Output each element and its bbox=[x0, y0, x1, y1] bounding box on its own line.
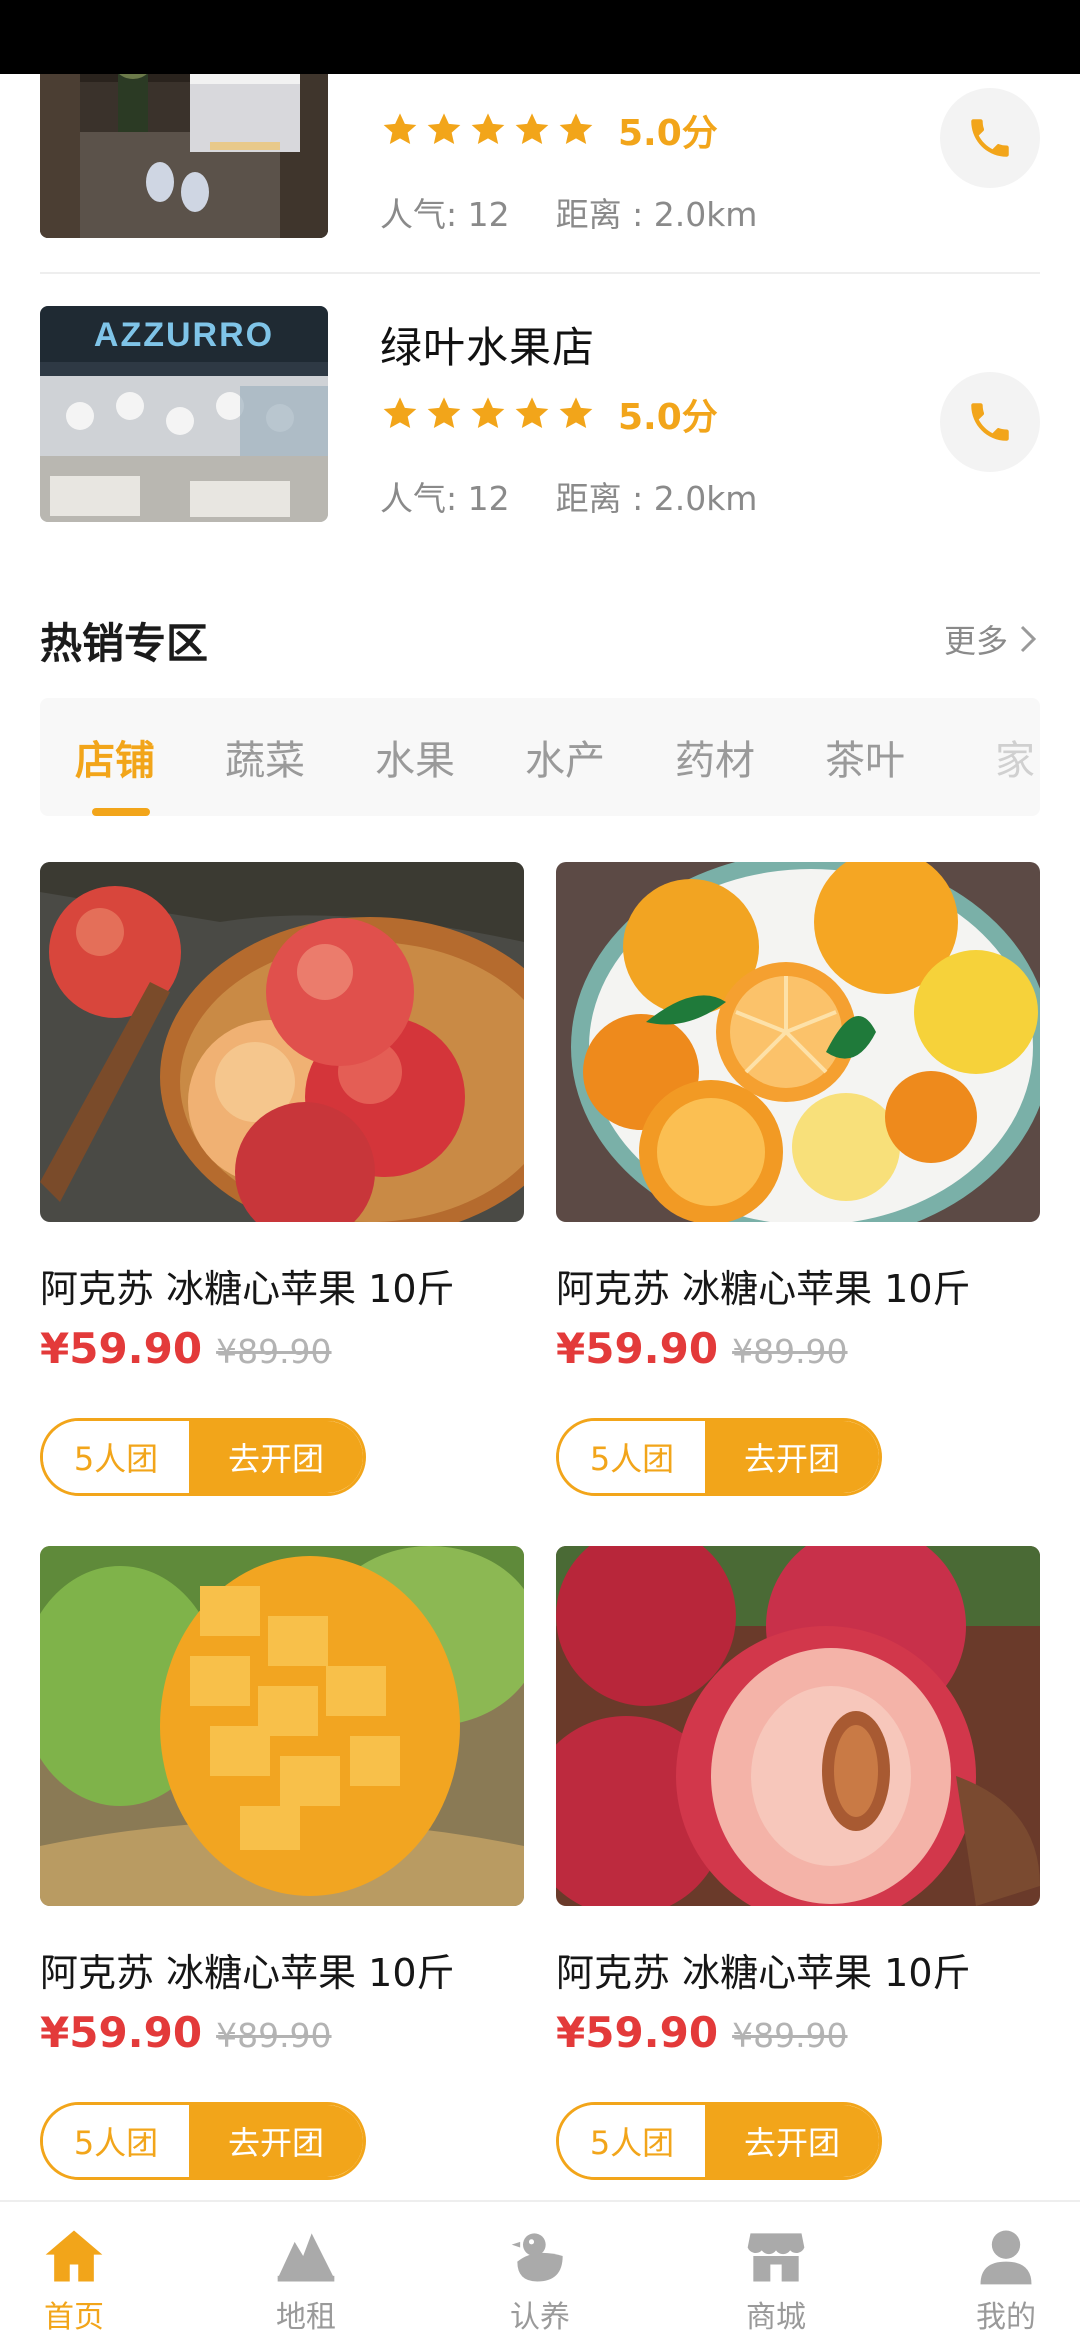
product-name: 阿克苏 冰糖心苹果 10斤 bbox=[40, 1951, 455, 1995]
star-icon bbox=[556, 394, 596, 434]
category-tabs: 店铺 蔬菜 水果 水产 药材 茶叶 家 bbox=[40, 698, 1040, 816]
product-name: 阿克苏 冰糖心苹果 10斤 bbox=[556, 1951, 971, 1995]
shop-score: 5.0分 bbox=[618, 397, 718, 438]
star-icon bbox=[512, 394, 552, 434]
group-buy-control: 5人团 去开团 bbox=[556, 1418, 882, 1496]
open-group-button[interactable]: 去开团 bbox=[189, 1421, 363, 1493]
product-price: ¥59.90 bbox=[556, 2008, 719, 2057]
product-image bbox=[556, 1546, 1040, 1906]
tab-tea[interactable]: 茶叶 bbox=[790, 698, 940, 816]
product-name: 阿克苏 冰糖心苹果 10斤 bbox=[556, 1267, 971, 1311]
user-icon bbox=[972, 2222, 1040, 2290]
product-card[interactable]: 阿克苏 冰糖心苹果 10斤 ¥59.90 ¥89.90 5人团 去开团 bbox=[40, 862, 524, 1502]
star-icon bbox=[380, 394, 420, 434]
store-icon bbox=[742, 2222, 810, 2290]
star-icon bbox=[468, 394, 508, 434]
call-button[interactable] bbox=[940, 372, 1040, 472]
chick-icon bbox=[506, 2222, 574, 2290]
tab-mall[interactable]: 商城 bbox=[686, 2202, 866, 2342]
tab-label: 首页 bbox=[44, 2300, 104, 2335]
more-link[interactable]: 更多 bbox=[944, 616, 1040, 662]
star-icon bbox=[556, 110, 596, 150]
product-image bbox=[556, 862, 1040, 1222]
tab-seafood[interactable]: 水产 bbox=[490, 698, 640, 816]
group-buy-control: 5人团 去开团 bbox=[40, 1418, 366, 1496]
hot-section-header: 热销专区 更多 bbox=[40, 600, 1040, 670]
chevron-right-icon bbox=[1020, 625, 1037, 653]
product-price: ¥59.90 bbox=[40, 2008, 203, 2057]
tab-land-rent[interactable]: 地租 bbox=[216, 2202, 396, 2342]
tab-label: 认养 bbox=[510, 2300, 570, 2335]
shop-distance: 距离 : 2.0km bbox=[555, 195, 758, 234]
price-row: ¥59.90 ¥89.90 bbox=[556, 1324, 848, 1373]
shop-item[interactable]: AZZURRO 绿叶水果店 5.0分 人气: 12 距离: 2.0km bbox=[40, 306, 1040, 526]
open-group-button[interactable]: 去开团 bbox=[705, 1421, 879, 1493]
section-title: 热销专区 bbox=[40, 619, 209, 668]
open-group-button[interactable]: 去开团 bbox=[189, 2105, 363, 2177]
shop-popularity: 人气: 12 bbox=[380, 479, 510, 518]
price-row: ¥59.90 ¥89.90 bbox=[40, 2008, 332, 2057]
tab-label: 我的 bbox=[976, 2300, 1036, 2335]
shop-name: 绿叶水果店 bbox=[380, 323, 596, 372]
product-old-price: ¥89.90 bbox=[216, 1332, 332, 1371]
shop-thumbnail: AZZURRO bbox=[40, 306, 328, 522]
shop-meta: 人气: 12 距离 : 2.0km bbox=[380, 472, 757, 520]
star-icon bbox=[380, 110, 420, 150]
product-image bbox=[40, 1546, 524, 1906]
star-icon bbox=[424, 110, 464, 150]
tab-fruits[interactable]: 水果 bbox=[340, 698, 490, 816]
tab-home[interactable]: 家 bbox=[940, 698, 1040, 816]
shop-meta: 人气: 12 距离 : 2.0km bbox=[380, 188, 757, 236]
shop-rating: 5.0分 bbox=[380, 108, 718, 154]
group-size-badge: 5人团 bbox=[43, 1421, 189, 1493]
group-buy-control: 5人团 去开团 bbox=[556, 2102, 882, 2180]
group-buy-control: 5人团 去开团 bbox=[40, 2102, 366, 2180]
mountain-icon bbox=[272, 2222, 340, 2290]
star-icon bbox=[424, 394, 464, 434]
product-card[interactable]: 阿克苏 冰糖心苹果 10斤 ¥59.90 ¥89.90 5人团 去开团 bbox=[556, 1546, 1040, 2186]
product-image bbox=[40, 862, 524, 1222]
phone-icon bbox=[971, 403, 1009, 441]
tab-mine[interactable]: 我的 bbox=[916, 2202, 1080, 2342]
phone-icon bbox=[971, 119, 1009, 157]
price-row: ¥59.90 ¥89.90 bbox=[40, 1324, 332, 1373]
status-bar bbox=[0, 0, 1080, 74]
call-button[interactable] bbox=[940, 88, 1040, 188]
price-row: ¥59.90 ¥89.90 bbox=[556, 2008, 848, 2057]
bottom-tab-bar: 首页 地租 认养 商城 我的 bbox=[0, 2200, 1080, 2340]
star-icon bbox=[512, 110, 552, 150]
group-size-badge: 5人团 bbox=[559, 2105, 705, 2177]
product-old-price: ¥89.90 bbox=[732, 1332, 848, 1371]
tab-herbs[interactable]: 药材 bbox=[640, 698, 790, 816]
product-price: ¥59.90 bbox=[40, 1324, 203, 1373]
product-old-price: ¥89.90 bbox=[216, 2016, 332, 2055]
tab-shop[interactable]: 店铺 bbox=[40, 698, 190, 816]
tab-adopt[interactable]: 认养 bbox=[450, 2202, 630, 2342]
product-card[interactable]: 阿克苏 冰糖心苹果 10斤 ¥59.90 ¥89.90 5人团 去开团 bbox=[40, 1546, 524, 2186]
shop-popularity: 人气: 12 bbox=[380, 195, 510, 234]
open-group-button[interactable]: 去开团 bbox=[705, 2105, 879, 2177]
tab-vegetables[interactable]: 蔬菜 bbox=[190, 698, 340, 816]
tab-label: 地租 bbox=[276, 2300, 336, 2335]
group-size-badge: 5人团 bbox=[559, 1421, 705, 1493]
product-card[interactable]: 阿克苏 冰糖心苹果 10斤 ¥59.90 ¥89.90 5人团 去开团 bbox=[556, 862, 1040, 1502]
tab-home[interactable]: 首页 bbox=[0, 2202, 164, 2342]
product-name: 阿克苏 冰糖心苹果 10斤 bbox=[40, 1267, 455, 1311]
product-old-price: ¥89.90 bbox=[732, 2016, 848, 2055]
shop-sign-text: AZZURRO bbox=[94, 316, 274, 354]
more-label: 更多 bbox=[943, 622, 1008, 660]
shop-rating: 5.0分 bbox=[380, 392, 718, 438]
star-icon bbox=[468, 110, 508, 150]
product-price: ¥59.90 bbox=[556, 1324, 719, 1373]
shop-divider bbox=[40, 272, 1040, 274]
tab-label: 商城 bbox=[746, 2300, 806, 2335]
group-size-badge: 5人团 bbox=[43, 2105, 189, 2177]
shop-score: 5.0分 bbox=[618, 113, 718, 154]
home-icon bbox=[40, 2222, 108, 2290]
shop-distance: 距离 : 2.0km bbox=[555, 479, 758, 518]
